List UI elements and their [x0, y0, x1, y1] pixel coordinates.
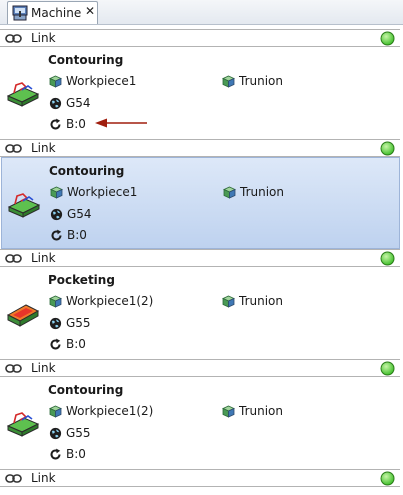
fixture-cube-icon — [222, 295, 235, 308]
link-row[interactable]: Link — [0, 29, 400, 47]
workpiece-label: Workpiece1 — [67, 185, 138, 199]
link-chain-icon — [5, 364, 22, 373]
operations-panel: Link Contouring Workpiece1 Trunion G54 B:0 Lin… — [0, 29, 403, 495]
tab-machine[interactable]: Machine ✕ — [7, 1, 98, 24]
link-row[interactable]: Link — [0, 469, 400, 487]
globe-wcs-icon — [50, 208, 63, 221]
tab-label: Machine — [31, 6, 82, 20]
operation-title: Contouring — [48, 53, 124, 67]
operation-card[interactable]: Pocketing Workpiece1(2) Trunion G55 B:0 — [1, 267, 400, 359]
status-led-icon — [380, 361, 395, 376]
workpiece-cube-icon — [50, 186, 63, 199]
globe-wcs-icon — [49, 427, 62, 440]
operation-title: Pocketing — [48, 273, 115, 287]
workpiece-label: Workpiece1(2) — [66, 294, 154, 308]
operation-card[interactable]: Contouring Workpiece1 Trunion G54 B:0 — [1, 47, 400, 139]
wcs-label: G55 — [66, 426, 91, 440]
wcs-label: G55 — [66, 316, 91, 330]
fixture-label: Trunion — [240, 185, 284, 199]
status-led-icon — [380, 141, 395, 156]
rotation-icon — [50, 118, 61, 130]
operation-title: Contouring — [48, 383, 124, 397]
fixture-label: Trunion — [239, 404, 283, 418]
operation-card[interactable]: Contouring Workpiece1(2) Trunion G55 B:0 — [1, 377, 400, 469]
rotation-label: B:0 — [66, 337, 86, 351]
workpiece-cube-icon — [49, 405, 62, 418]
status-led-icon — [380, 31, 395, 46]
fixture-cube-icon — [223, 186, 236, 199]
link-label: Link — [31, 141, 56, 155]
wcs-label: G54 — [67, 207, 92, 221]
globe-wcs-icon — [49, 317, 62, 330]
link-row[interactable]: Link — [0, 249, 400, 267]
link-row[interactable]: Link — [0, 139, 400, 157]
link-row[interactable]: Link — [0, 359, 400, 377]
fixture-cube-icon — [222, 405, 235, 418]
globe-wcs-icon — [49, 97, 62, 110]
contour-toolpath-icon — [6, 82, 40, 107]
contour-toolpath-icon — [6, 412, 40, 437]
rotation-icon — [50, 338, 61, 350]
link-chain-icon — [5, 474, 22, 483]
link-label: Link — [31, 31, 56, 45]
status-led-icon — [380, 251, 395, 266]
rotation-icon — [51, 229, 62, 241]
fixture-label: Trunion — [239, 294, 283, 308]
workpiece-cube-icon — [49, 75, 62, 88]
link-chain-icon — [5, 254, 22, 263]
wcs-label: G54 — [66, 96, 91, 110]
link-label: Link — [31, 471, 56, 485]
rotation-label: B:0 — [66, 117, 86, 131]
workpiece-cube-icon — [49, 295, 62, 308]
link-label: Link — [31, 361, 56, 375]
machine-icon — [12, 5, 28, 21]
link-label: Link — [31, 251, 56, 265]
link-chain-icon — [5, 144, 22, 153]
rotation-icon — [50, 448, 61, 460]
operation-card[interactable]: Contouring Workpiece1 Trunion G54 B:0 — [1, 157, 400, 249]
contour-toolpath-icon — [7, 193, 41, 218]
close-icon[interactable]: ✕ — [85, 4, 95, 18]
status-led-icon — [380, 471, 395, 486]
rotation-label: B:0 — [67, 228, 87, 242]
tab-bar: Machine ✕ — [0, 0, 403, 25]
fixture-label: Trunion — [239, 74, 283, 88]
pocket-toolpath-icon — [6, 304, 40, 327]
workpiece-label: Workpiece1(2) — [66, 404, 154, 418]
rotation-label: B:0 — [66, 447, 86, 461]
link-chain-icon — [5, 34, 22, 43]
operation-title: Contouring — [49, 164, 125, 178]
annotation-arrow — [95, 118, 147, 128]
workpiece-label: Workpiece1 — [66, 74, 137, 88]
fixture-cube-icon — [222, 75, 235, 88]
